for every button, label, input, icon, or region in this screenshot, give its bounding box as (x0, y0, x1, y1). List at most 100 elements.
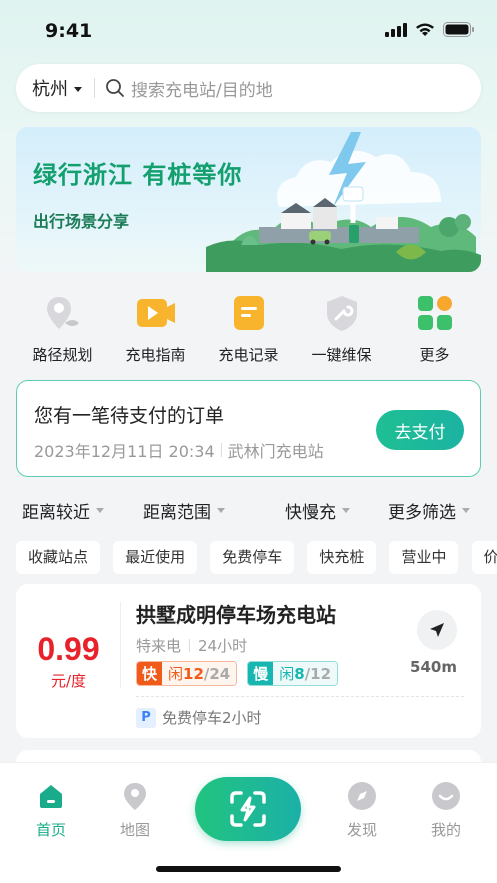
battery-icon (443, 22, 474, 37)
order-station: 武林门充电站 (227, 442, 324, 461)
caret-down-icon (217, 508, 225, 513)
filter-label: 距离较近 (22, 503, 90, 523)
compass-icon (347, 781, 377, 811)
fast-prefix: 闲 (168, 665, 184, 683)
station-hours: 24小时 (198, 637, 248, 655)
order-title: 您有一笔待支付的订单 (34, 405, 225, 427)
fast-charger-tag: 快 闲 12 /24 (136, 661, 238, 686)
price-box: 0.99 元/度 (16, 584, 121, 738)
tab-discover[interactable]: 发现 (327, 781, 397, 840)
caret-down-icon (342, 508, 350, 513)
city-selector[interactable]: 杭州 (32, 75, 82, 101)
filter-charge-speed[interactable]: 快慢充 (285, 498, 350, 523)
grid-more-icon (414, 292, 456, 334)
record-icon (228, 292, 270, 334)
chip-open-now[interactable]: 营业中 (389, 541, 459, 574)
caret-down-icon (462, 508, 470, 513)
parking-text: 免费停车2小时 (162, 709, 262, 727)
quick-label: 充电记录 (218, 346, 279, 364)
station-operator: 特来电 (136, 637, 182, 655)
chip-price[interactable]: 价 (471, 541, 497, 574)
scan-charge-button[interactable] (195, 777, 301, 841)
status-bar: 9:41 (0, 0, 497, 60)
quick-maintenance[interactable]: 一键维保 (295, 292, 388, 372)
quick-label: 充电指南 (125, 346, 186, 364)
fast-total-count: /24 (203, 664, 231, 683)
station-meta: 特来电 24小时 (136, 635, 247, 656)
home-icon (36, 781, 66, 811)
wifi-icon (416, 23, 434, 36)
filter-label: 距离范围 (143, 503, 211, 523)
pay-button[interactable]: 去支付 (376, 410, 464, 450)
divider (120, 602, 121, 688)
city-label: 杭州 (32, 79, 68, 100)
map-pin-icon (120, 781, 150, 811)
quick-charging-records[interactable]: 充电记录 (202, 292, 295, 372)
banner-subtitle: 出行场景分享 (33, 212, 130, 231)
order-datetime: 2023年12月11日 20:34 (34, 442, 215, 461)
status-icons (385, 22, 475, 37)
filter-more[interactable]: 更多筛选 (388, 498, 470, 523)
slow-total-count: /12 (304, 664, 332, 683)
smile-face-icon (431, 781, 461, 811)
station-card[interactable]: 0.99 元/度 拱墅成明停车场充电站 特来电 24小时 快 闲 12 /24 … (16, 584, 481, 738)
chip-free-parking[interactable]: 免费停车 (210, 541, 295, 574)
slow-tag-label: 慢 (248, 662, 274, 685)
quick-more[interactable]: 更多 (388, 292, 481, 372)
station-name: 拱墅成明停车场充电站 (136, 603, 336, 627)
charger-availability: 快 闲 12 /24 慢 闲 8 /12 (136, 661, 339, 686)
price-value: 0.99 (37, 631, 100, 667)
tab-bar: 首页 地图 发现 我的 (0, 762, 497, 883)
home-indicator (156, 866, 341, 872)
filter-label: 更多筛选 (388, 503, 456, 523)
status-time: 9:41 (45, 20, 93, 42)
filter-distance-range[interactable]: 距离范围 (143, 498, 225, 523)
parking-info: P 免费停车2小时 (136, 707, 262, 728)
fast-free-count: 12 (183, 664, 204, 683)
quick-route-planning[interactable]: 路径规划 (16, 292, 109, 372)
chip-fast-charger[interactable]: 快充桩 (307, 541, 377, 574)
quick-label: 路径规划 (32, 346, 93, 364)
filter-distance-sort[interactable]: 距离较近 (22, 498, 104, 523)
quick-charging-guide[interactable]: 充电指南 (109, 292, 202, 372)
tab-label: 我的 (430, 821, 461, 839)
video-guide-icon (135, 292, 177, 334)
station-distance: 540m (410, 658, 457, 676)
tab-home[interactable]: 首页 (16, 781, 86, 840)
search-bar: 杭州 搜索充电站/目的地 (16, 64, 481, 112)
navigate-button[interactable] (417, 610, 457, 650)
filter-label: 快慢充 (285, 503, 336, 523)
navigation-arrow-icon (430, 623, 444, 637)
slow-free-count: 8 (294, 664, 305, 683)
pending-order-card[interactable]: 您有一笔待支付的订单 2023年12月11日 20:34 武林门充电站 去支付 (16, 380, 481, 477)
slow-prefix: 闲 (279, 665, 295, 683)
divider (94, 78, 95, 98)
promo-banner[interactable]: 绿行浙江 有桩等你 出行场景分享 (16, 127, 481, 272)
divider (220, 443, 222, 457)
caret-down-icon (96, 508, 104, 513)
fast-tag-label: 快 (137, 662, 162, 685)
tab-label: 首页 (35, 821, 66, 839)
filter-bar: 距离较近 距离范围 快慢充 更多筛选 (0, 498, 497, 528)
divider (136, 696, 464, 697)
tab-profile[interactable]: 我的 (411, 781, 481, 840)
route-pin-icon (42, 292, 84, 334)
chip-favorites[interactable]: 收藏站点 (16, 541, 101, 574)
parking-icon: P (136, 707, 156, 728)
search-input[interactable]: 搜索充电站/目的地 (131, 76, 273, 101)
search-icon (105, 78, 125, 98)
price-unit: 元/度 (50, 672, 87, 690)
fast-availability: 闲 12 /24 (162, 662, 237, 685)
quick-actions: 路径规划 充电指南 充电记录 一键维保 更多 (16, 292, 481, 372)
tab-map[interactable]: 地图 (100, 781, 170, 840)
divider (189, 639, 191, 652)
signal-icon (385, 22, 407, 37)
chip-recent[interactable]: 最近使用 (113, 541, 198, 574)
scan-bolt-icon (230, 791, 266, 827)
slow-charger-tag: 慢 闲 8 /12 (247, 661, 339, 686)
wrench-shield-icon (321, 292, 363, 334)
caret-down-icon (74, 86, 82, 92)
tab-label: 地图 (119, 821, 150, 839)
quick-label: 一键维保 (311, 346, 372, 364)
order-meta: 2023年12月11日 20:34 武林门充电站 (34, 438, 324, 462)
